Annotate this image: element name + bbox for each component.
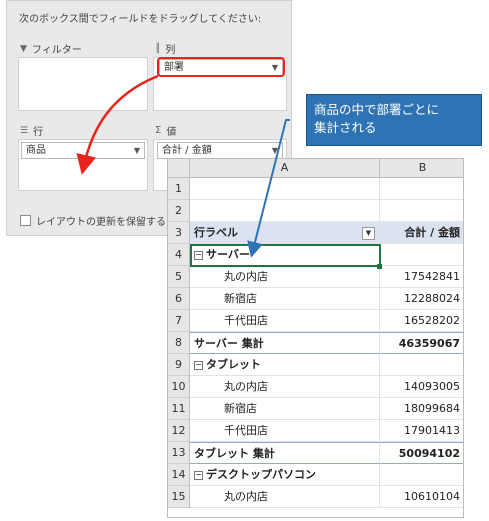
row-header-5[interactable]: 5 xyxy=(168,266,190,288)
spreadsheet: A B 1 2 3 行ラベル ▼ 合計 / 金額 4− サーバー 5 丸の内店 17542841 6 新… xyxy=(167,158,464,518)
column-area-header: ║ 列 xyxy=(155,41,176,57)
cell-a9-text: タブレット xyxy=(206,358,261,371)
callout-line-1: 商品の中で部署ごとに xyxy=(314,102,440,117)
column-area-label: 列 xyxy=(165,45,176,56)
rows-icon: ☰ xyxy=(20,125,29,136)
filter-drop-area[interactable] xyxy=(18,57,148,111)
row-header-6[interactable]: 6 xyxy=(168,288,190,310)
cell-a7-text: 千代田店 xyxy=(224,314,268,327)
cell-a11[interactable]: 新宿店 xyxy=(190,398,380,420)
cell-a10[interactable]: 丸の内店 xyxy=(190,376,380,398)
chevron-down-icon[interactable]: ▼ xyxy=(134,143,140,158)
cell-a13[interactable]: タブレット 集計 xyxy=(190,442,380,464)
value-field-label: 合計 / 金額 xyxy=(162,145,212,156)
columns-icon: ║ xyxy=(155,43,161,54)
column-header-a[interactable]: A xyxy=(190,159,380,178)
defer-update-label: レイアウトの更新を保留する xyxy=(36,217,166,228)
row-header-9[interactable]: 9 xyxy=(168,354,190,376)
cell-b1[interactable] xyxy=(380,178,463,200)
row-header-15[interactable]: 15 xyxy=(168,486,190,508)
cell-a12[interactable]: 千代田店 xyxy=(190,420,380,442)
cell-b8[interactable]: 46359067 xyxy=(380,332,463,354)
chevron-down-icon[interactable]: ▼ xyxy=(272,143,278,158)
cell-b14[interactable] xyxy=(380,464,463,486)
select-all-corner[interactable] xyxy=(168,159,190,178)
cell-b10[interactable]: 14093005 xyxy=(380,376,463,398)
cell-a13-text: タブレット 集計 xyxy=(194,447,275,460)
cell-a9[interactable]: − タブレット xyxy=(190,354,380,376)
cell-a5-text: 丸の内店 xyxy=(224,270,268,283)
row-header-10[interactable]: 10 xyxy=(168,376,190,398)
row-header-14[interactable]: 14 xyxy=(168,464,190,486)
cell-b12[interactable]: 17901413 xyxy=(380,420,463,442)
row-field-chip[interactable]: 商品 ▼ xyxy=(21,142,145,159)
sigma-icon: Σ xyxy=(155,125,162,136)
cell-b9[interactable] xyxy=(380,354,463,376)
row-header-3[interactable]: 3 xyxy=(168,222,190,244)
cell-a6-text: 新宿店 xyxy=(224,292,257,305)
cell-a14-text: デスクトップパソコン xyxy=(206,468,316,481)
cell-b6[interactable]: 12288024 xyxy=(380,288,463,310)
value-area-header: Σ 値 xyxy=(155,123,176,138)
cell-a6[interactable]: 新宿店 xyxy=(190,288,380,310)
cell-a8-text: サーバー 集計 xyxy=(194,337,264,350)
row-header-7[interactable]: 7 xyxy=(168,310,190,332)
cell-b13[interactable]: 50094102 xyxy=(380,442,463,464)
value-area-label: 値 xyxy=(166,127,177,138)
callout-line-2: 集計される xyxy=(314,120,377,135)
cell-a3-text: 行ラベル xyxy=(194,226,238,239)
cell-b2[interactable] xyxy=(380,200,463,222)
cell-a3[interactable]: 行ラベル ▼ xyxy=(190,222,380,244)
column-header-b[interactable]: B xyxy=(380,159,463,178)
value-field-chip[interactable]: 合計 / 金額 ▼ xyxy=(157,142,283,159)
pane-instruction: 次のボックス間でフィールドをドラッグしてください: xyxy=(19,14,262,25)
row-header-2[interactable]: 2 xyxy=(168,200,190,222)
row-field-label: 商品 xyxy=(26,145,46,156)
row-header-11[interactable]: 11 xyxy=(168,398,190,420)
cell-b7[interactable]: 16528202 xyxy=(380,310,463,332)
cell-b11[interactable]: 18099684 xyxy=(380,398,463,420)
row-header-4[interactable]: 4 xyxy=(168,244,190,266)
defer-update-option[interactable]: レイアウトの更新を保留する xyxy=(20,213,166,228)
row-header-13[interactable]: 13 xyxy=(168,442,190,464)
cell-b15[interactable]: 10610104 xyxy=(380,486,463,508)
cell-a7[interactable]: 千代田店 xyxy=(190,310,380,332)
row-header-12[interactable]: 12 xyxy=(168,420,190,442)
cell-a15-text: 丸の内店 xyxy=(224,490,268,503)
highlight-frame xyxy=(157,57,285,77)
cell-b4[interactable] xyxy=(380,244,463,266)
cell-a14[interactable]: − デスクトップパソコン xyxy=(190,464,380,486)
cell-a1[interactable] xyxy=(190,178,380,200)
cell-a2[interactable] xyxy=(190,200,380,222)
cell-a12-text: 千代田店 xyxy=(224,424,268,437)
row-header-8[interactable]: 8 xyxy=(168,332,190,354)
filter-area-label: フィルター xyxy=(31,45,82,56)
explanation-callout: 商品の中で部署ごとに 集計される xyxy=(306,94,482,146)
row-header-1[interactable]: 1 xyxy=(168,178,190,200)
cell-a10-text: 丸の内店 xyxy=(224,380,268,393)
cell-b5[interactable]: 17542841 xyxy=(380,266,463,288)
cell-a5[interactable]: 丸の内店 xyxy=(190,266,380,288)
cell-a8[interactable]: サーバー 集計 xyxy=(190,332,380,354)
row-area-header: ☰ 行 xyxy=(20,123,44,139)
filter-icon: ▼ xyxy=(20,43,27,54)
fill-handle[interactable] xyxy=(377,264,382,269)
collapse-icon[interactable]: − xyxy=(194,360,203,370)
filter-area-header: ▼ フィルター xyxy=(20,41,82,57)
collapse-icon[interactable]: − xyxy=(194,470,203,480)
cell-b3[interactable]: 合計 / 金額 xyxy=(380,222,463,244)
selected-cell-a4 xyxy=(190,244,381,267)
defer-update-checkbox[interactable] xyxy=(20,215,31,226)
row-label-filter-icon[interactable]: ▼ xyxy=(362,227,375,240)
row-area-label: 行 xyxy=(33,127,44,138)
cell-a15[interactable]: 丸の内店 xyxy=(190,486,380,508)
cell-a11-text: 新宿店 xyxy=(224,402,257,415)
